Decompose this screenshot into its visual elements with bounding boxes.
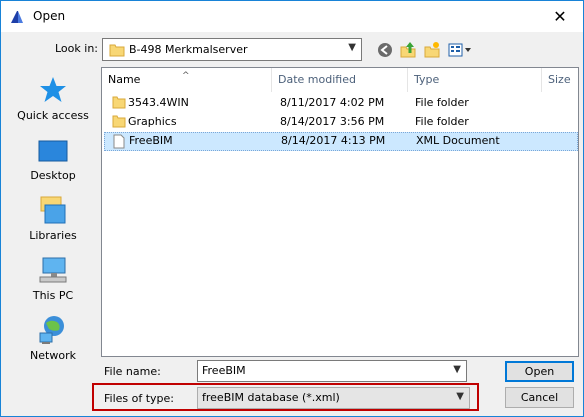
folder-icon bbox=[112, 115, 126, 128]
look-in-label: Look in: bbox=[55, 42, 98, 55]
file-row[interactable]: Graphics 8/14/2017 3:56 PM File folder bbox=[104, 113, 578, 132]
open-button[interactable]: Open bbox=[505, 361, 574, 382]
place-quick-access[interactable]: Quick access bbox=[11, 73, 95, 122]
title-bar: Open ✕ bbox=[1, 1, 583, 32]
new-folder-icon bbox=[424, 42, 440, 58]
look-in-value: B-498 Merkmalserver bbox=[129, 43, 248, 56]
chevron-down-icon: ▼ bbox=[348, 42, 356, 53]
chevron-down-icon: ▼ bbox=[456, 391, 464, 402]
libraries-icon bbox=[40, 196, 66, 224]
file-list[interactable]: ^ Name Date modified Type Size 3543.4WIN… bbox=[101, 67, 579, 357]
back-icon bbox=[378, 43, 392, 57]
file-name: 3543.4WIN bbox=[128, 96, 189, 109]
place-label: Desktop bbox=[30, 169, 76, 182]
file-type-dropdown[interactable]: freeBIM database (*.xml) ▼ bbox=[197, 387, 470, 409]
place-this-pc[interactable]: This PC bbox=[11, 253, 95, 302]
file-type: XML Document bbox=[416, 134, 500, 147]
file-row-selected[interactable]: FreeBIM 8/14/2017 4:13 PM XML Document bbox=[104, 132, 578, 151]
place-label: Network bbox=[30, 349, 76, 362]
star-icon bbox=[40, 77, 66, 102]
up-folder-button[interactable] bbox=[398, 40, 418, 60]
place-network[interactable]: Network bbox=[11, 313, 95, 362]
up-folder-icon bbox=[400, 42, 416, 58]
chevron-down-icon[interactable]: ▼ bbox=[453, 364, 461, 375]
computer-icon bbox=[39, 257, 67, 283]
file-name: FreeBIM bbox=[129, 134, 173, 147]
view-menu-icon bbox=[448, 43, 471, 57]
file-date: 8/11/2017 4:02 PM bbox=[280, 96, 385, 109]
cancel-button[interactable]: Cancel bbox=[505, 387, 574, 408]
file-date: 8/14/2017 3:56 PM bbox=[280, 115, 385, 128]
place-label: Quick access bbox=[17, 109, 89, 122]
file-name: Graphics bbox=[128, 115, 177, 128]
file-row[interactable]: 3543.4WIN 8/11/2017 4:02 PM File folder bbox=[104, 94, 578, 113]
column-header-name[interactable]: ^ Name bbox=[102, 68, 272, 92]
network-icon bbox=[39, 316, 64, 344]
places-bar: Quick access Desktop Libraries This PC N… bbox=[11, 67, 95, 373]
place-label: This PC bbox=[32, 289, 74, 302]
sort-ascending-icon: ^ bbox=[182, 71, 190, 81]
file-type: File folder bbox=[415, 115, 469, 128]
desktop-icon bbox=[38, 140, 68, 162]
file-date: 8/14/2017 4:13 PM bbox=[281, 134, 386, 147]
file-name-input[interactable]: FreeBIM ▼ bbox=[197, 360, 467, 382]
open-dialog: Open ✕ Look in: B-498 Merkmalserver ▼ Qu… bbox=[0, 0, 584, 417]
place-label: Libraries bbox=[29, 229, 77, 242]
place-libraries[interactable]: Libraries bbox=[11, 193, 95, 242]
folder-icon bbox=[109, 44, 125, 57]
document-icon bbox=[113, 134, 125, 149]
view-menu-button[interactable] bbox=[447, 40, 473, 60]
close-button[interactable]: ✕ bbox=[537, 1, 583, 31]
app-icon bbox=[11, 11, 23, 23]
window-title: Open bbox=[33, 9, 66, 23]
column-header-date[interactable]: Date modified bbox=[272, 68, 408, 92]
close-icon: ✕ bbox=[553, 6, 567, 26]
file-name-label: File name: bbox=[104, 365, 161, 378]
look-in-dropdown[interactable]: B-498 Merkmalserver ▼ bbox=[102, 38, 362, 61]
place-desktop[interactable]: Desktop bbox=[11, 133, 95, 182]
new-folder-button[interactable] bbox=[422, 40, 442, 60]
column-header-row: ^ Name Date modified Type Size bbox=[102, 68, 578, 92]
column-header-type[interactable]: Type bbox=[408, 68, 542, 92]
column-header-size[interactable]: Size bbox=[542, 68, 578, 92]
file-type-value: freeBIM database (*.xml) bbox=[202, 391, 340, 404]
file-type: File folder bbox=[415, 96, 469, 109]
file-name-value: FreeBIM bbox=[202, 364, 246, 377]
back-button[interactable] bbox=[375, 40, 395, 60]
folder-icon bbox=[112, 96, 126, 109]
file-type-label: Files of type: bbox=[104, 392, 175, 405]
